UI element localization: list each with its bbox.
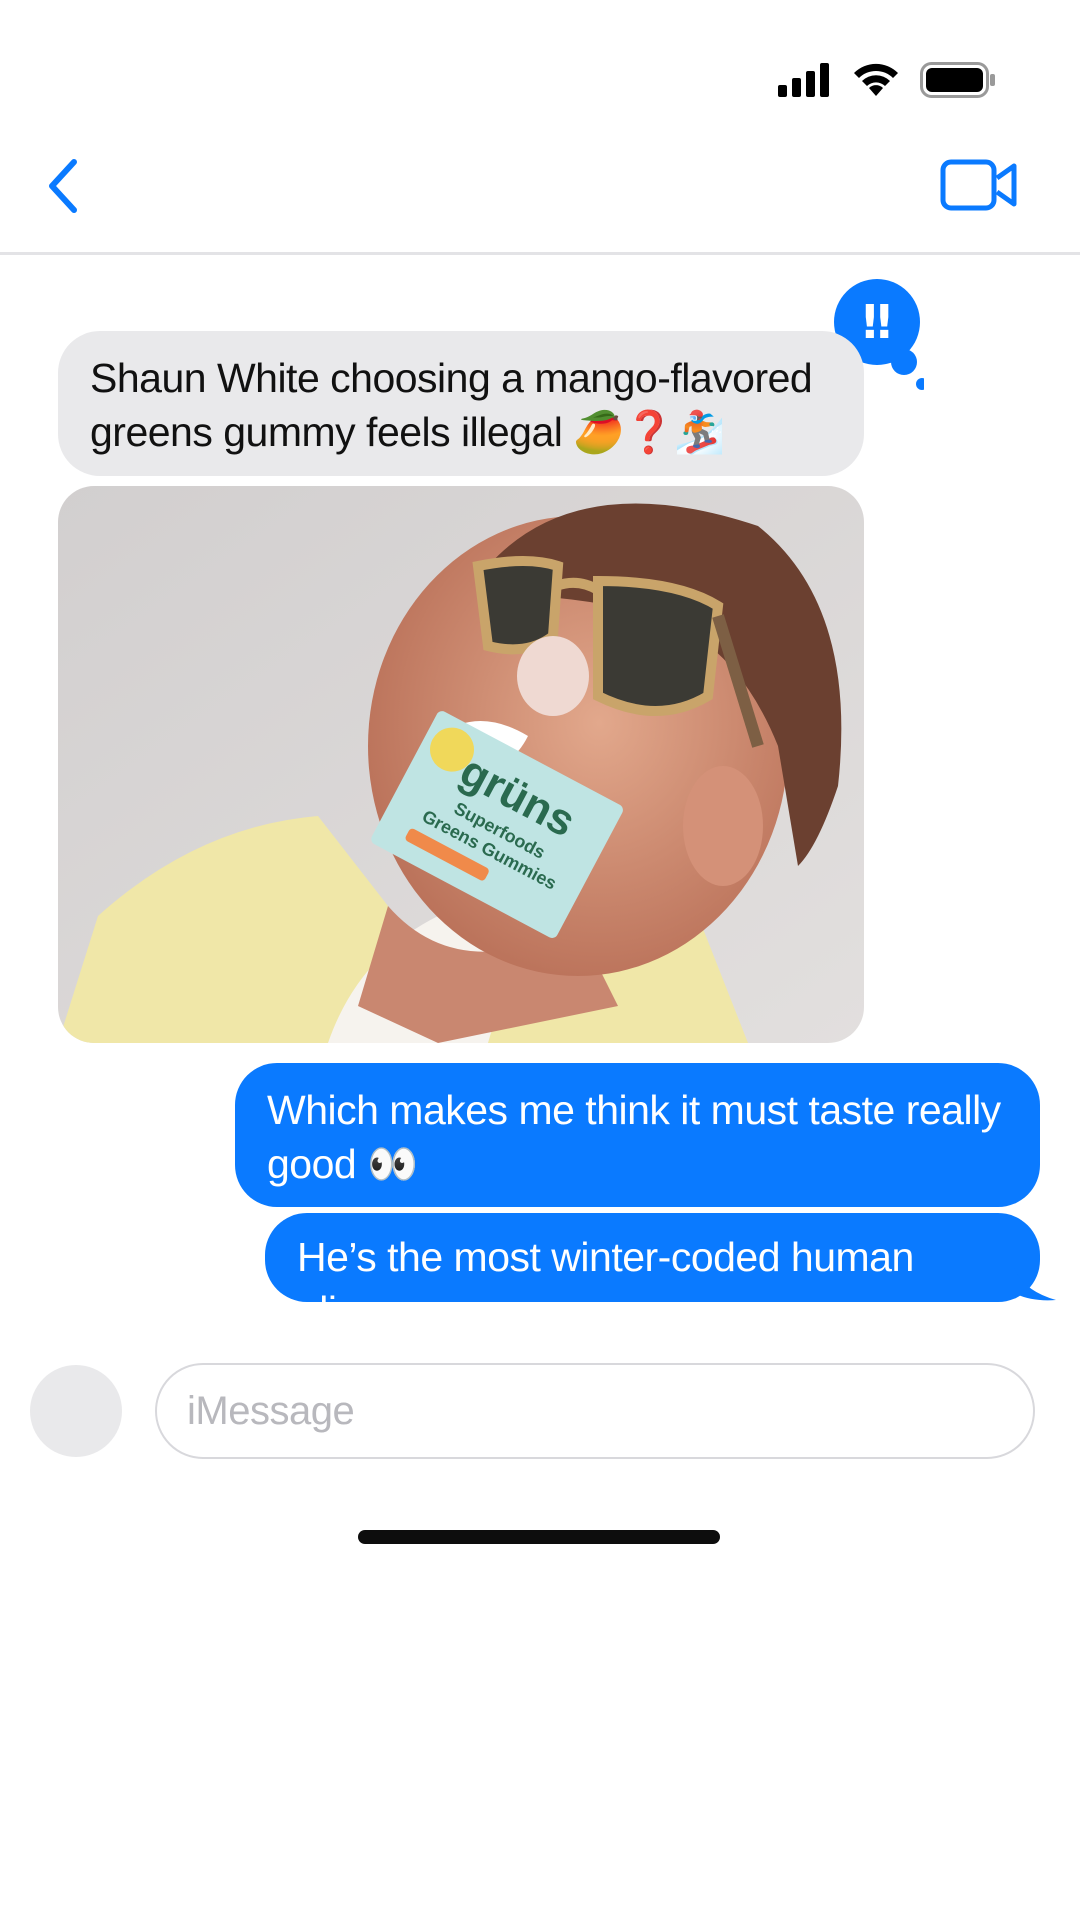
svg-text:‼: ‼ (863, 295, 892, 349)
imessage-screen: ‼ Shaun White choosing a mango-flavored … (0, 0, 1080, 1920)
bubble-tail (1012, 1262, 1056, 1301)
message-text: Shaun White choosing a mango-flavored gr… (90, 355, 813, 455)
photo-message[interactable]: grüns Superfoods Greens Gummies (58, 486, 864, 1043)
video-call-button[interactable] (940, 158, 1018, 212)
outgoing-message[interactable]: Which makes me think it must taste reall… (235, 1063, 1040, 1207)
incoming-message[interactable]: Shaun White choosing a mango-flavored gr… (58, 331, 864, 476)
video-camera-icon (940, 159, 1017, 211)
chevron-left-icon (49, 159, 77, 213)
message-input-placeholder: iMessage (187, 1388, 355, 1433)
apps-button[interactable] (30, 1365, 122, 1457)
outgoing-message[interactable]: He’s the most winter-coded human alive. (265, 1213, 1040, 1334)
message-input[interactable]: iMessage (155, 1363, 1035, 1459)
message-text: Which makes me think it must taste reall… (267, 1087, 1001, 1187)
message-text: He’s the most winter-coded human alive. (297, 1234, 914, 1334)
back-button[interactable] (38, 155, 88, 217)
conversation-header (0, 0, 1080, 255)
home-indicator[interactable] (358, 1530, 720, 1544)
photo-image: grüns Superfoods Greens Gummies (58, 486, 864, 1043)
